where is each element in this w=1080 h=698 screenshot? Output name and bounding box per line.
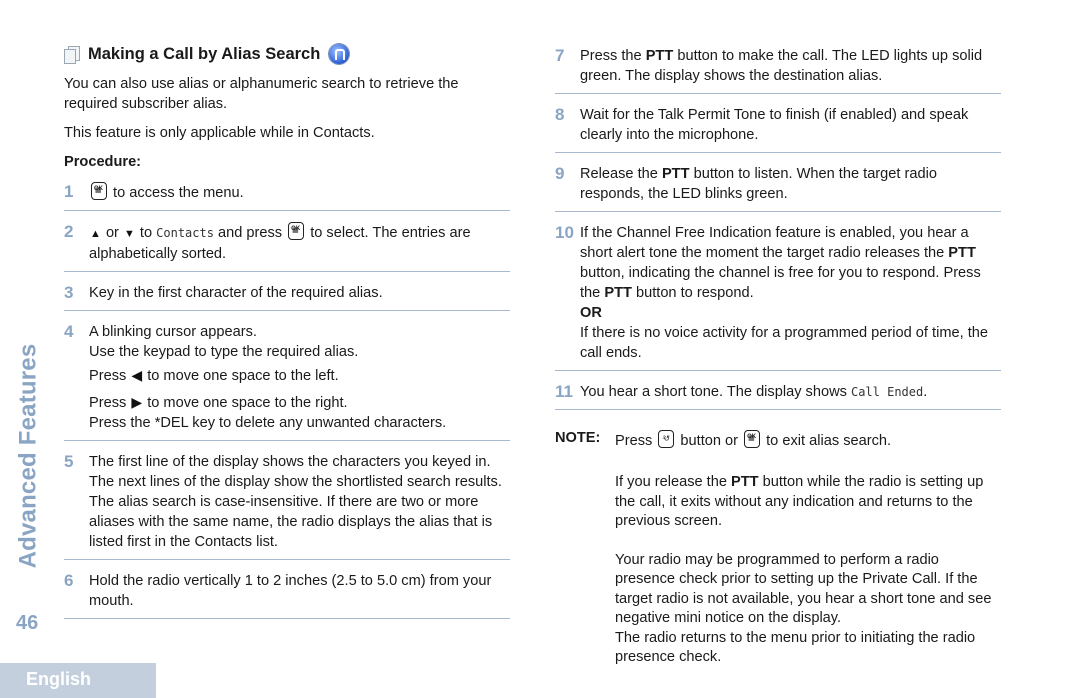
step-9: 9 Release the PTT button to listen. When… [555,162,1001,212]
section-title: Advanced Features [10,340,46,572]
up-arrow-icon: ▲ [90,228,101,240]
note-text: Press [615,433,657,449]
step-4: 4 A blinking cursor appears. Use the key… [64,320,510,441]
step-text: If there is no voice activity for a prog… [580,325,988,361]
step-6: 6 Hold the radio vertically 1 to 2 inche… [64,569,510,619]
step-text: Press [89,368,131,384]
step-number: 10 [555,223,574,242]
step-text: button to respond. [631,285,754,301]
step-text: Wait for the Talk Permit Tone to finish … [580,107,969,143]
note-label: NOTE: [555,430,601,446]
menu-ok-key-icon [288,219,305,241]
step-text: to move one space to the left. [143,368,339,384]
step-text: . [923,384,928,400]
left-column: Making a Call by Alias Search You can al… [64,44,510,628]
document-icon [64,46,80,64]
step-text: You hear a short tone. The display shows [580,384,851,400]
step-text: Release the [580,166,662,182]
step-2: 2 ▲ or ▼ to Contacts and press to select… [64,219,510,272]
step-number: 8 [555,105,565,124]
step-text: The first line of the display shows the … [89,454,502,490]
intro-paragraph: You can also use alias or alphanumeric s… [64,76,459,112]
step-10: 10 If the Channel Free Indication featur… [555,221,1001,371]
step-text: Key in the first character of the requir… [89,285,383,301]
step-1: 1 to access the menu. [64,179,510,211]
right-arrow-icon: ▶ [131,394,143,410]
note-text: button or [676,433,743,449]
step-text: If the Channel Free Indication feature i… [580,225,969,261]
page-number: 46 [16,612,39,634]
step-number: 11 [555,382,573,401]
step-8: 8 Wait for the Talk Permit Tone to finis… [555,103,1001,153]
ptt-label: PTT [731,474,759,490]
applicability-paragraph: This feature is only applicable while in… [64,125,375,141]
note-text: Your radio may be programmed to perform … [615,551,992,627]
procedure-label: Procedure: [64,154,142,170]
step-text: to access the menu. [109,185,244,201]
display-text-call-ended: Call Ended [850,385,924,399]
step-7: 7 Press the PTT button to make the call.… [555,44,1001,94]
step-number: 6 [64,571,74,590]
language-tab: English [0,663,156,698]
step-5: 5 The first line of the display shows th… [64,450,510,560]
step-text: Press the *DEL key to delete any unwante… [89,415,447,431]
note-text: to exit alias search. [762,433,892,449]
step-text: to [135,225,157,241]
menu-ok-key-icon [744,427,761,449]
note: NOTE: Press button or to exit alias sear… [555,427,1001,451]
step-11: 11 You hear a short tone. The display sh… [555,380,1001,410]
down-arrow-icon: ▼ [123,228,135,240]
step-text: to move one space to the right. [143,395,348,411]
menu-item-contacts: Contacts [156,226,214,240]
note-text: The radio returns to the menu prior to i… [615,629,976,666]
ptt-label: PTT [645,48,674,64]
step-number: 4 [64,322,74,341]
or-label: OR [580,305,602,321]
step-text: Press [89,395,131,411]
step-text: Hold the radio vertically 1 to 2 inches … [89,573,492,609]
section-heading: Making a Call by Alias Search [64,44,510,64]
step-text: Use the keypad to type the required alia… [89,344,359,360]
ptt-label: PTT [604,285,632,301]
right-column: 7 Press the PTT button to make the call.… [555,44,1001,668]
note-text: If you release the [615,474,732,490]
ptt-label: PTT [948,245,976,261]
step-number: 7 [555,46,565,65]
step-text: or [101,225,123,241]
back-home-key-icon [658,428,675,449]
step-text: A blinking cursor appears. [89,324,257,340]
step-number: 2 [64,222,74,241]
step-number: 9 [555,164,565,183]
step-number: 3 [64,283,74,302]
step-text: Press the [580,48,646,64]
ptt-label: PTT [661,166,690,182]
heading-title: Making a Call by Alias Search [88,44,321,63]
step-number: 1 [64,182,74,201]
note-details: If you release the PTT button while the … [615,473,1001,668]
feature-globe-icon [329,44,350,64]
step-text: The alias search is case-insensitive. If… [89,494,493,550]
section-title-text: Advanced Features [14,343,42,569]
step-text: and press [213,225,287,241]
step-3: 3 Key in the first character of the requ… [64,281,510,311]
left-arrow-icon: ◀ [131,367,143,383]
step-number: 5 [64,452,74,471]
menu-ok-key-icon [91,179,107,201]
